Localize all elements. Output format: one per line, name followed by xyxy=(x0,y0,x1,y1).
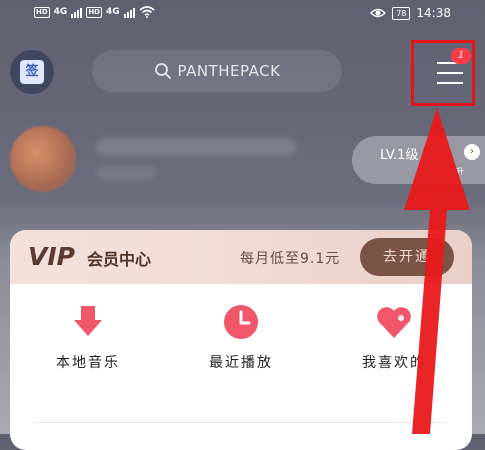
divider xyxy=(34,422,446,423)
search-icon xyxy=(154,63,171,79)
wifi-icon xyxy=(139,6,155,18)
menu-icon[interactable] xyxy=(437,62,463,84)
system-status: 78 14:38 xyxy=(370,6,451,20)
calendar-icon: 签 xyxy=(20,60,44,84)
vip-logo: VIP xyxy=(28,242,75,271)
level-badge[interactable]: LV.1级 › 升 xyxy=(352,136,485,184)
network-status: HD 4G HD 4G xyxy=(34,6,155,18)
my-favorites-button[interactable]: 我喜欢的 xyxy=(334,302,454,382)
recent-play-button[interactable]: 最近播放 xyxy=(181,302,301,382)
heart-icon xyxy=(377,307,411,338)
hd-badge: HD xyxy=(86,6,102,18)
clock-icon xyxy=(224,305,258,339)
download-arrow-icon xyxy=(74,306,102,336)
quick-action-label: 本地音乐 xyxy=(56,355,120,371)
daily-checkin-button[interactable]: 签 xyxy=(10,50,54,94)
network-type: 4G xyxy=(53,7,68,17)
username-redacted xyxy=(96,138,296,156)
signal-icon xyxy=(71,6,83,18)
notification-badge: 1 xyxy=(451,48,471,64)
user-info-redacted xyxy=(96,166,156,180)
search-bar[interactable]: PANTHEPACK xyxy=(92,50,342,92)
vip-price-text: 每月低至9.1元 xyxy=(240,251,341,267)
battery-indicator: 78 xyxy=(392,6,411,20)
hd-badge: HD xyxy=(34,6,50,18)
level-label: LV.1级 xyxy=(380,148,419,163)
quick-action-label: 我喜欢的 xyxy=(362,355,426,371)
local-music-button[interactable]: 本地音乐 xyxy=(28,302,148,382)
quick-action-label: 最近播放 xyxy=(209,355,273,371)
vip-open-button[interactable]: 去开通 xyxy=(360,238,454,276)
user-profile[interactable] xyxy=(10,126,90,196)
search-text: PANTHEPACK xyxy=(177,62,281,80)
main-card: VIP 会员中心 每月低至9.1元 去开通 本地音乐 最近播放 我喜欢的 xyxy=(10,230,472,450)
vip-title: 会员中心 xyxy=(87,250,152,269)
level-sub-label: 升 xyxy=(456,167,464,176)
avatar[interactable] xyxy=(10,126,76,192)
chevron-right-icon: › xyxy=(464,144,480,160)
vip-banner[interactable]: VIP 会员中心 每月低至9.1元 去开通 xyxy=(10,230,472,284)
signal-icon xyxy=(123,6,135,18)
clock: 14:38 xyxy=(416,6,451,20)
network-type: 4G xyxy=(106,7,120,17)
status-bar: HD 4G HD 4G 78 14:38 xyxy=(0,0,485,32)
eye-icon xyxy=(370,8,387,18)
